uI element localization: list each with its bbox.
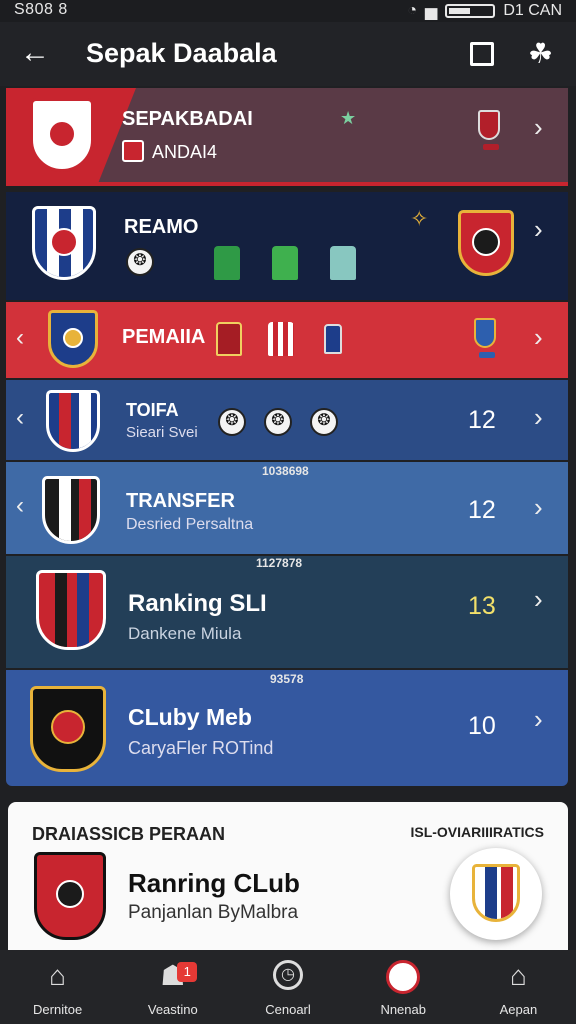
wing-icon: ✧ [410, 206, 429, 231]
list-item-sepakbadai[interactable]: SEPAKBADAI ANDAI4 ★ › [6, 88, 568, 186]
list-item-club[interactable]: 93578 CLuby Meb CaryaFler ROTind 10 › [6, 670, 568, 786]
home-icon: ⌂ [49, 960, 67, 991]
club-badge-button[interactable] [450, 848, 542, 940]
ball-icon: ❂ [264, 408, 292, 436]
row-title: CLuby Meb [128, 704, 252, 730]
chevron-left-icon[interactable]: ‹ [16, 324, 24, 352]
card-title: Ranring CLub [128, 868, 300, 898]
ball-icon [386, 960, 421, 994]
count-value: 12 [468, 406, 496, 434]
battery-icon [445, 4, 496, 18]
nav-item-ball[interactable]: Nnenab [346, 950, 461, 1024]
row-tag: 1038698 [262, 464, 309, 478]
count-value: 13 [468, 592, 496, 620]
list-item-reamo[interactable]: REAMO ❂ ✧ › [6, 192, 568, 300]
trophy-icon [474, 318, 496, 358]
app-bar: ← Sepak Daabala ☘ [0, 22, 576, 86]
row-title: SEPAKBADAI [122, 108, 253, 130]
card-heading: DRAIASSICB PERAAN [32, 824, 226, 844]
nav-item-search[interactable]: ◷ Cenoarl [230, 950, 345, 1024]
nav-item-house[interactable]: ⌂ Aepan [461, 950, 576, 1024]
nav-label: Dernitoe [33, 1002, 83, 1017]
club-crest-icon [34, 852, 106, 940]
card-subtitle: Panjanlan ByMalbra [128, 902, 299, 923]
row-title: PEMAIIA [122, 326, 206, 348]
chevron-right-icon[interactable]: › [534, 584, 543, 615]
bookmark-icon[interactable] [470, 42, 494, 66]
status-right-text: D1 CAN [503, 2, 562, 19]
list-item-toifa[interactable]: ‹ TOIFA Sieari Svei ❂ ❂ ❂ 12 › [6, 380, 568, 460]
featured-card[interactable]: DRAIASSICB PERAAN ISL-OVIARIIIRATICS Ran… [8, 802, 568, 956]
chevron-right-icon[interactable]: › [534, 492, 543, 523]
notification-badge: 1 [177, 962, 198, 982]
house-icon: ⌂ [509, 960, 527, 991]
row-subtitle: Sieari Svei [126, 424, 198, 441]
shirt-icon [216, 322, 242, 356]
page-title: Sepak Daabala [86, 38, 277, 68]
signal-icon: ▅ [425, 3, 438, 20]
chevron-left-icon[interactable]: ‹ [16, 404, 24, 432]
row-title: TRANSFER [126, 490, 235, 512]
shirt-icon [268, 322, 294, 356]
row-subtitle: CaryaFler ROTind [128, 738, 274, 758]
row-title: TOIFA [126, 400, 179, 420]
nav-label: Cenoarl [265, 1002, 311, 1017]
row-divider [6, 182, 568, 186]
shirt-icon [214, 246, 240, 280]
count-value: 12 [468, 496, 496, 524]
club-crest-icon [458, 210, 514, 276]
status-icons: ◔ ▅ D1 CAN [407, 1, 562, 21]
chevron-right-icon[interactable]: › [534, 214, 543, 245]
nav-item-home[interactable]: ⌂ Dernitoe [0, 950, 115, 1024]
share-icon[interactable]: ☘ [528, 37, 553, 70]
nav-label: Veastino [147, 1002, 198, 1017]
club-crest-icon [472, 864, 520, 922]
club-crest-icon [30, 98, 94, 172]
bottom-nav: ⌂ Dernitoe ☗ 1 Veastino ◷ Cenoarl Nnenab… [0, 950, 576, 1024]
row-title: REAMO [124, 216, 199, 238]
row-subtitle: Dankene Miula [128, 624, 242, 643]
row-subtitle: Desried Persaltna [126, 516, 254, 533]
row-title: Ranking SLI [128, 590, 267, 617]
chevron-right-icon[interactable]: › [534, 704, 543, 735]
trophy-icon [478, 110, 500, 150]
nav-label: Nnenab [380, 1002, 426, 1017]
ball-icon: ❂ [310, 408, 338, 436]
nav-item-building[interactable]: ☗ 1 Veastino [115, 950, 230, 1024]
list-item-pemaiia[interactable]: ‹ PEMAIIA › [6, 302, 568, 378]
club-crest-icon [42, 476, 100, 544]
nav-label: Aepan [499, 1002, 538, 1017]
list-item-ranking[interactable]: 1127878 Ranking SLI Dankene Miula 13 › [6, 556, 568, 668]
chevron-right-icon[interactable]: › [534, 112, 543, 143]
arrow-left-icon[interactable]: ← [20, 36, 50, 70]
club-crest-icon [30, 686, 106, 772]
wifi-icon: ◔ [407, 2, 417, 19]
club-crest-icon [36, 570, 106, 650]
row-tag: 1127878 [256, 556, 303, 570]
chevron-right-icon[interactable]: › [534, 322, 543, 353]
status-bar: S808 8 ◔ ▅ D1 CAN [0, 0, 576, 22]
chevron-left-icon[interactable]: ‹ [16, 492, 24, 520]
list-item-transfer[interactable]: 1038698 ‹ TRANSFER Desried Persaltna 12 … [6, 462, 568, 554]
ball-icon: ❂ [126, 248, 154, 276]
search-icon: ◷ [273, 960, 303, 990]
star-icon: ★ [340, 108, 357, 128]
scarf-icon [324, 324, 342, 354]
card-heading-right: ISL-OVIARIIIRATICS [410, 824, 544, 840]
club-crest-icon [46, 390, 100, 452]
shirt-icon [330, 246, 356, 280]
chevron-right-icon[interactable]: › [534, 402, 543, 433]
flag-icon [122, 140, 144, 162]
ball-icon: ❂ [218, 408, 246, 436]
club-crest-icon [48, 310, 98, 368]
row-subtitle: ANDAI4 [152, 142, 218, 162]
row-tag: 93578 [270, 672, 304, 686]
status-time: S808 8 [14, 1, 68, 18]
count-value: 10 [468, 712, 496, 740]
club-crest-icon [32, 206, 96, 280]
shirt-icon [272, 246, 298, 280]
